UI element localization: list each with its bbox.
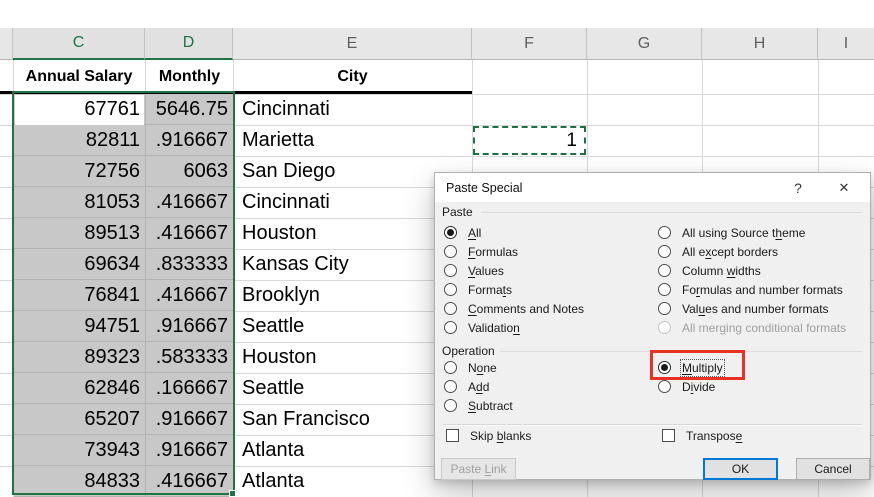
radio-label: None — [468, 360, 497, 375]
radio-icon — [444, 361, 457, 374]
button-label: Paste Link — [450, 462, 507, 476]
radio-icon — [444, 399, 457, 412]
radio-label: All — [468, 225, 482, 240]
radio-label: Add — [468, 379, 490, 394]
checkbox-label: Transpose — [686, 428, 743, 443]
radio-label: Column widths — [682, 263, 761, 278]
radio-icon — [444, 264, 457, 277]
button-label: Cancel — [814, 462, 852, 476]
excel-window: CDEFGHI Annual Salary Monthly City 67761… — [0, 0, 874, 497]
paste-link-button: Paste Link — [441, 458, 516, 480]
radio-label: Formulas and number formats — [682, 282, 843, 297]
help-icon[interactable]: ? — [783, 173, 813, 202]
radio-icon — [658, 245, 671, 258]
selection-border — [12, 91, 235, 495]
radio-icon — [658, 264, 671, 277]
multiply-highlight-box — [650, 350, 745, 380]
radio-label: Divide — [682, 379, 716, 394]
radio-paste-comments-notes[interactable]: Comments and Notes — [444, 300, 584, 317]
column-header-D[interactable]: D — [145, 28, 233, 60]
column-header-G[interactable]: G — [587, 28, 702, 60]
operation-group-label: Operation — [442, 344, 495, 358]
radio-icon — [658, 302, 671, 315]
radio-paste-column-widths[interactable]: Column widths — [658, 262, 761, 279]
button-label: OK — [731, 462, 750, 476]
checkbox-label: Skip blanks — [470, 428, 532, 443]
radio-label: Values — [468, 263, 504, 278]
radio-op-add[interactable]: Add — [444, 378, 489, 395]
radio-icon — [444, 226, 457, 239]
radio-paste-values[interactable]: Values — [444, 262, 504, 279]
radio-label: All using Source theme — [682, 225, 806, 240]
paste-special-dialog: Paste Special ? ✕ Paste All Formulas Val… — [434, 172, 871, 480]
radio-icon — [444, 302, 457, 315]
checkbox-icon — [446, 429, 459, 442]
checkbox-icon — [662, 429, 675, 442]
radio-paste-all-merging-conditional: All merging conditional formats — [658, 319, 846, 336]
radio-label: All merging conditional formats — [682, 320, 847, 335]
paste-group-line — [481, 212, 862, 213]
radio-icon — [658, 380, 671, 393]
radio-icon — [444, 380, 457, 393]
column-header-b[interactable] — [0, 28, 13, 60]
header-annual-salary[interactable]: Annual Salary — [13, 60, 145, 93]
close-icon[interactable]: ✕ — [829, 173, 859, 202]
radio-label: Formats — [468, 282, 513, 297]
radio-paste-values-number-formats[interactable]: Values and number formats — [658, 300, 829, 317]
checkbox-transpose[interactable]: Transpose — [662, 427, 742, 444]
radio-paste-formulas-number-formats[interactable]: Formulas and number formats — [658, 281, 843, 298]
column-header-H[interactable]: H — [702, 28, 818, 60]
radio-op-subtract[interactable]: Subtract — [444, 397, 513, 414]
radio-op-divide[interactable]: Divide — [658, 378, 715, 395]
column-header-E[interactable]: E — [233, 28, 472, 60]
radio-label: Subtract — [468, 398, 513, 413]
ok-button[interactable]: OK — [703, 458, 778, 480]
column-header-C[interactable]: C — [13, 28, 145, 60]
radio-paste-all-source-theme[interactable]: All using Source theme — [658, 224, 805, 241]
radio-icon — [658, 226, 671, 239]
radio-label: Formulas — [468, 244, 519, 259]
section-separator — [443, 424, 862, 426]
radio-paste-validation[interactable]: Validation — [444, 319, 520, 336]
radio-paste-formats[interactable]: Formats — [444, 281, 512, 298]
radio-icon — [444, 245, 457, 258]
radio-label: Values and number formats — [682, 301, 829, 316]
radio-label: Validation — [468, 320, 520, 335]
radio-paste-formulas[interactable]: Formulas — [444, 243, 518, 260]
header-city[interactable]: City — [233, 60, 472, 93]
dialog-title: Paste Special — [446, 180, 523, 195]
cell-city[interactable]: Cincinnati — [233, 94, 472, 125]
radio-icon — [444, 321, 457, 334]
column-header-I[interactable]: I — [818, 28, 874, 60]
fill-handle[interactable] — [229, 490, 236, 497]
radio-paste-all[interactable]: All — [444, 224, 481, 241]
radio-label: Comments and Notes — [468, 301, 585, 316]
checkbox-skip-blanks[interactable]: Skip blanks — [446, 427, 531, 444]
radio-icon — [658, 283, 671, 296]
paste-group-label: Paste — [442, 205, 473, 219]
radio-op-none[interactable]: None — [444, 359, 497, 376]
copied-cell-f2[interactable]: 1 — [473, 126, 586, 155]
radio-icon — [444, 283, 457, 296]
radio-icon — [658, 321, 671, 334]
cancel-button[interactable]: Cancel — [796, 458, 870, 480]
radio-paste-all-except-borders[interactable]: All except borders — [658, 243, 778, 260]
header-monthly[interactable]: Monthly — [146, 60, 233, 93]
column-header-F[interactable]: F — [472, 28, 587, 60]
radio-label: All except borders — [682, 244, 779, 259]
cell-city[interactable]: Marietta — [233, 125, 472, 156]
